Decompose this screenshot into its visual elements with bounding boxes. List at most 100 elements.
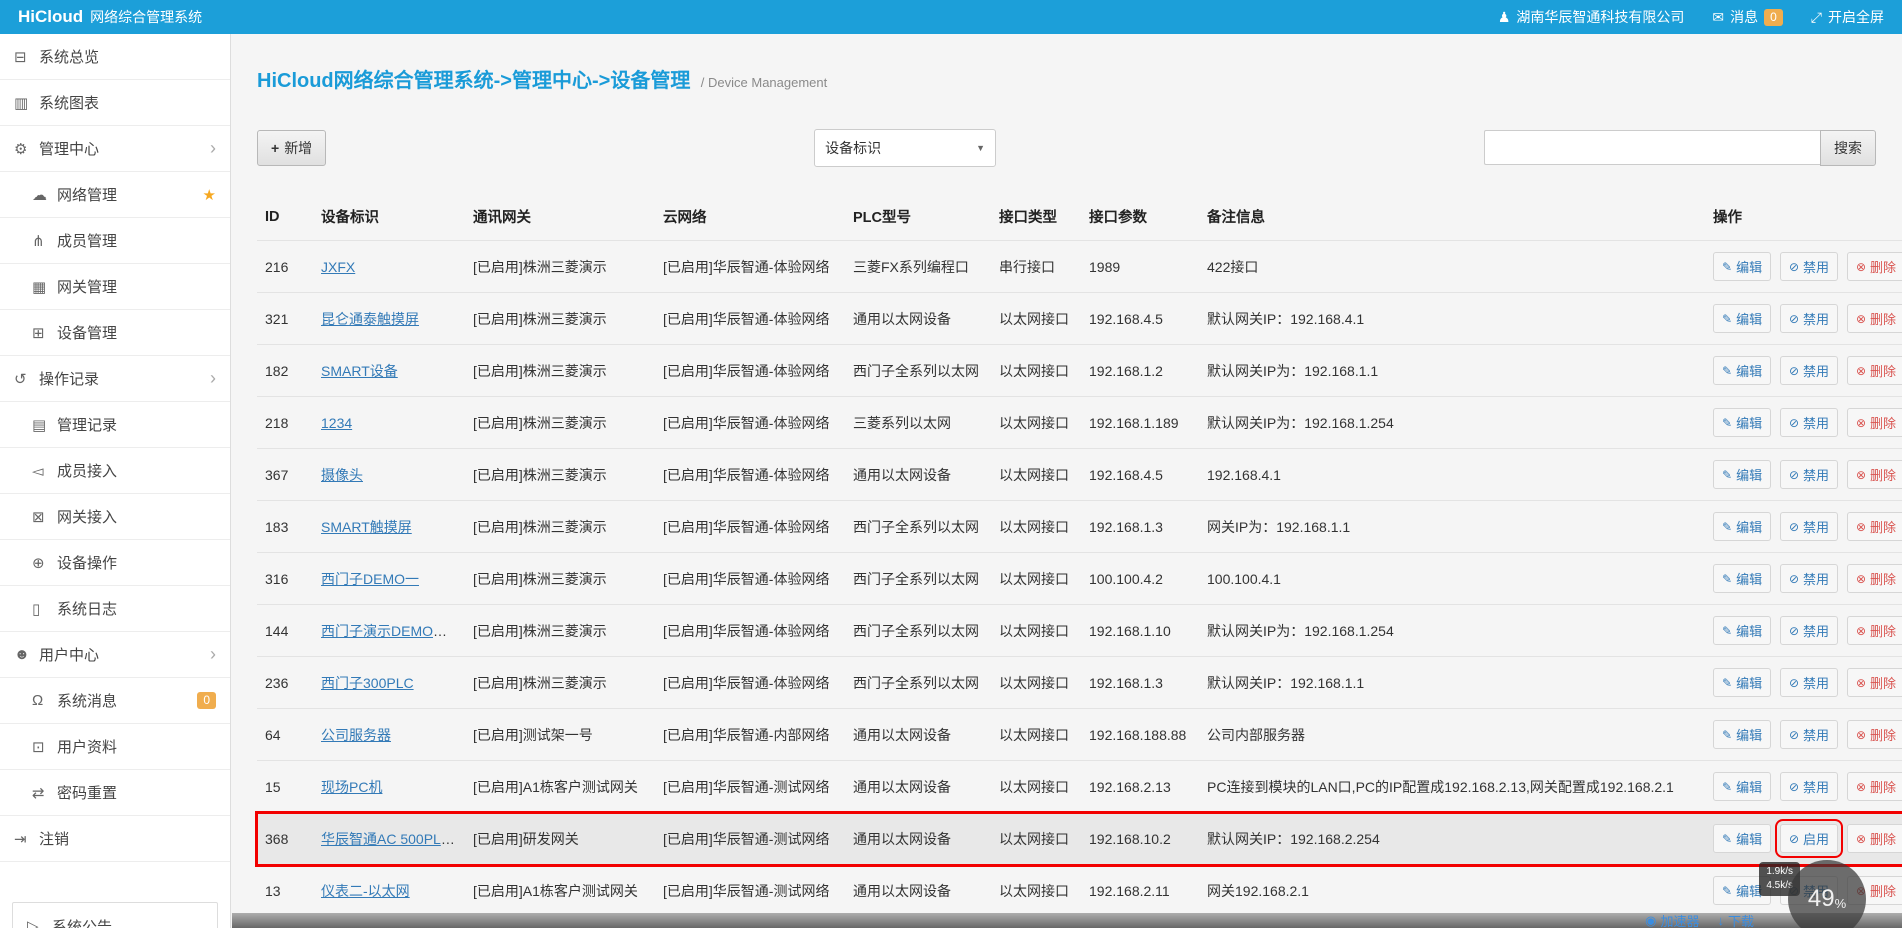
enable-disable-button[interactable]: ⊘禁用 <box>1779 408 1839 437</box>
sidebar-item-operation-records[interactable]: ↺ 操作记录 › <box>0 356 230 402</box>
bullhorn-icon: ▷ <box>27 918 39 928</box>
sidebar-item-system-logs[interactable]: ▯ 系统日志 <box>0 586 230 632</box>
page-title: HiCloud网络综合管理系统->管理中心->设备管理 <box>257 70 691 92</box>
enable-disable-button[interactable]: ⊘ 启用 <box>1774 819 1844 858</box>
enable-disable-button[interactable]: ⊘禁用 <box>1779 668 1839 697</box>
cell-interface-type: 以太网接口 <box>991 760 1081 813</box>
sidebar-item-management-records[interactable]: ▤ 管理记录 <box>0 402 230 448</box>
delete-button[interactable]: ⊗删除 <box>1846 668 1902 697</box>
search-field-select[interactable]: 设备标识 ▼ <box>814 129 997 167</box>
download-link[interactable]: ↓ 下载 <box>1717 911 1754 928</box>
sidebar-item-password-reset[interactable]: ⇄ 密码重置 <box>0 770 230 816</box>
search-button[interactable]: 搜索 <box>1820 130 1876 166</box>
app-logo[interactable]: HiCloud 网络综合管理系统 <box>18 7 202 27</box>
delete-button[interactable]: ⊗删除 <box>1846 512 1902 541</box>
delete-button[interactable]: ⊗删除 <box>1846 460 1902 489</box>
sidebar-item-network-management[interactable]: ☁ 网络管理 ★ <box>0 172 230 218</box>
sidebar-item-system-overview[interactable]: ⊟ 系统总览 <box>0 34 230 80</box>
cell-interface-param: 192.168.188.88 <box>1081 708 1199 761</box>
delete-button[interactable]: ⊗删除 <box>1846 252 1902 281</box>
cell-plc-model: 西门子全系列以太网 <box>845 500 991 553</box>
sidebar-item-user-profile[interactable]: ⊡ 用户资料 <box>0 724 230 770</box>
device-link[interactable]: 西门子300PLC <box>321 675 414 691</box>
delete-button[interactable]: ⊗删除 <box>1846 824 1902 853</box>
sidebar-item-user-center[interactable]: ☻ 用户中心 › <box>0 632 230 678</box>
sidebar-item-device-operations[interactable]: ⊕ 设备操作 <box>0 540 230 586</box>
device-link[interactable]: 西门子演示DEMO箱二 <box>321 623 461 639</box>
delete-button[interactable]: ⊗删除 <box>1846 616 1902 645</box>
usage-percent-widget[interactable]: 49 % <box>1788 860 1866 928</box>
column-header-remark: 备注信息 <box>1207 210 1265 226</box>
enable-disable-button[interactable]: ⊘禁用 <box>1779 460 1839 489</box>
column-header-interface-param: 接口参数 <box>1089 210 1147 226</box>
edit-button[interactable]: ✎ 编辑 <box>1713 460 1772 489</box>
device-link[interactable]: 华辰智通AC 500PLC001 <box>321 831 465 847</box>
edit-button[interactable]: ✎ 编辑 <box>1713 512 1772 541</box>
delete-button[interactable]: ⊗删除 <box>1846 772 1902 801</box>
cell-id: 183 <box>257 500 313 553</box>
sidebar-item-device-management[interactable]: ⊞ 设备管理 <box>0 310 230 356</box>
accelerator-link[interactable]: ◉ 加速器 <box>1645 911 1699 928</box>
trash-icon: ⊗ <box>1855 467 1866 482</box>
enable-disable-button[interactable]: ⊘禁用 <box>1779 772 1839 801</box>
swap-icon: ⇄ <box>32 784 45 802</box>
edit-icon: ✎ <box>1722 363 1733 378</box>
device-link[interactable]: 1234 <box>321 415 352 431</box>
messages-button[interactable]: ✉ 消息 0 <box>1712 7 1783 27</box>
add-device-button[interactable]: + 新增 <box>257 130 327 166</box>
search-input[interactable] <box>1484 130 1820 165</box>
delete-button[interactable]: ⊗删除 <box>1846 720 1902 749</box>
grid-icon: ▦ <box>32 278 47 296</box>
sidebar-item-system-messages[interactable]: Ω 系统消息 0 <box>0 678 230 724</box>
sidebar-item-gateway-management[interactable]: ▦ 网关管理 <box>0 264 230 310</box>
ban-icon: ⊘ <box>1788 519 1800 534</box>
edit-button[interactable]: ✎ 编辑 <box>1713 772 1772 801</box>
enable-disable-button[interactable]: ⊘禁用 <box>1779 564 1839 593</box>
device-link[interactable]: SMART设备 <box>321 363 398 379</box>
cell-interface-param: 192.168.1.2 <box>1081 344 1199 397</box>
cell-interface-type: 以太网接口 <box>991 604 1081 657</box>
enable-disable-button[interactable]: ⊘禁用 <box>1779 512 1839 541</box>
sidebar-item-gateway-access[interactable]: ⊠ 网关接入 <box>0 494 230 540</box>
enable-disable-button[interactable]: ⊘禁用 <box>1779 304 1839 333</box>
edit-button[interactable]: ✎ 编辑 <box>1713 408 1772 437</box>
edit-button[interactable]: ✎ 编辑 <box>1713 616 1772 645</box>
enable-disable-button[interactable]: ⊘禁用 <box>1779 356 1839 385</box>
edit-button[interactable]: ✎ 编辑 <box>1713 252 1772 281</box>
cell-plc-model: 通用以太网设备 <box>845 708 991 761</box>
device-link[interactable]: JXFX <box>321 259 355 275</box>
device-link[interactable]: 现场PC机 <box>321 779 382 795</box>
sidebar-item-member-access[interactable]: ◅ 成员接入 <box>0 448 230 494</box>
device-link[interactable]: 昆仑通泰触摸屏 <box>321 311 419 327</box>
cell-cloud-network: [已启用]华辰智通-体验网络 <box>655 500 845 553</box>
delete-button[interactable]: ⊗删除 <box>1846 356 1902 385</box>
enable-disable-button[interactable]: ⊘禁用 <box>1779 616 1839 645</box>
device-link[interactable]: 西门子DEMO一 <box>321 571 419 587</box>
enable-disable-button[interactable]: ⊘禁用 <box>1779 720 1839 749</box>
edit-button[interactable]: ✎ 编辑 <box>1713 824 1772 853</box>
edit-button[interactable]: ✎ 编辑 <box>1713 304 1772 333</box>
delete-button[interactable]: ⊗删除 <box>1846 408 1902 437</box>
device-link[interactable]: 仪表二-以太网 <box>321 883 410 899</box>
fullscreen-button[interactable]: ⤢ 开启全屏 <box>1811 7 1884 27</box>
edit-button[interactable]: ✎ 编辑 <box>1713 720 1772 749</box>
enable-disable-button[interactable]: ⊘禁用 <box>1779 252 1839 281</box>
device-link[interactable]: SMART触摸屏 <box>321 519 412 535</box>
cell-gateway: [已启用]A1栋客户测试网关 <box>465 864 655 917</box>
cell-id: 144 <box>257 604 313 657</box>
sidebar-item-logout[interactable]: ⇥ 注销 <box>0 816 230 862</box>
sidebar-item-management-center[interactable]: ⚙ 管理中心 › <box>0 126 230 172</box>
delete-button[interactable]: ⊗删除 <box>1846 304 1902 333</box>
edit-button[interactable]: ✎ 编辑 <box>1713 564 1772 593</box>
delete-button[interactable]: ⊗删除 <box>1846 564 1902 593</box>
sidebar-item-member-management[interactable]: ⋔ 成员管理 <box>0 218 230 264</box>
cell-interface-param: 192.168.1.3 <box>1081 656 1199 709</box>
sidebar-item-system-announcement[interactable]: ▷ 系统公告 <box>12 902 218 928</box>
device-link[interactable]: 公司服务器 <box>321 727 391 743</box>
edit-button[interactable]: ✎ 编辑 <box>1713 668 1772 697</box>
edit-button[interactable]: ✎ 编辑 <box>1713 356 1772 385</box>
sidebar-item-system-charts[interactable]: ▥ 系统图表 <box>0 80 230 126</box>
device-link[interactable]: 摄像头 <box>321 467 363 483</box>
cell-interface-param: 192.168.1.189 <box>1081 396 1199 449</box>
edit-icon: ✎ <box>1722 623 1733 638</box>
